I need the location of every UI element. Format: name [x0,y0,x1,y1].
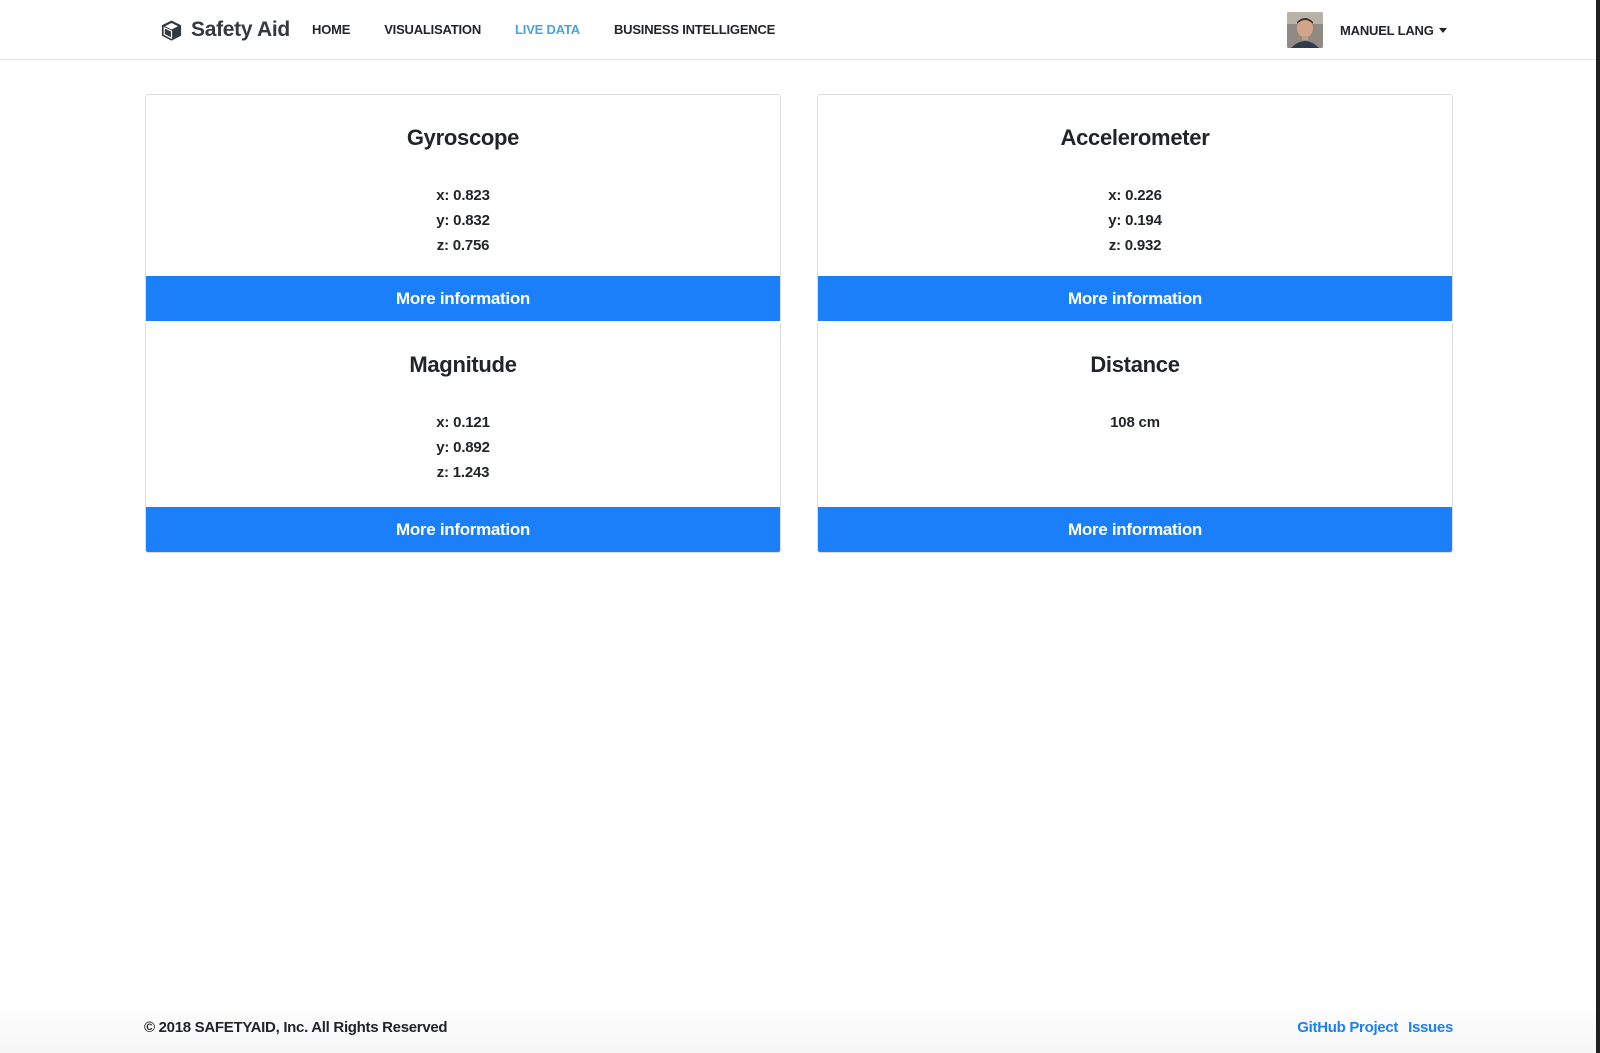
card-values: x: 0.121 y: 0.892 z: 1.243 [146,410,780,486]
more-information-button-magnitude[interactable]: More information [146,507,780,552]
navbar: Safety Aid HOME VISUALISATION LIVE DATA … [0,0,1600,60]
user-menu[interactable]: MANUEL LANG [1287,12,1447,48]
value-z: z: 1.243 [436,464,490,481]
footer-links: GitHub Project Issues [1297,1019,1453,1036]
card-accelerometer: Accelerometer x: 0.226 y: 0.194 z: 0.932… [817,94,1453,321]
user-name-label: MANUEL LANG [1340,22,1434,38]
more-information-button-gyroscope[interactable]: More information [146,276,780,321]
card-magnitude: Magnitude x: 0.121 y: 0.892 z: 1.243 Mor… [145,323,781,553]
cube-icon [161,19,182,41]
value-x: x: 0.823 [436,187,490,204]
distance-value: 108 cm [1110,414,1160,431]
nav-live-data[interactable]: LIVE DATA [515,22,580,37]
value-z: z: 0.932 [1108,237,1162,254]
github-project-link[interactable]: GitHub Project [1297,1019,1398,1036]
value-y: y: 0.194 [1108,212,1162,229]
value-y: y: 0.892 [436,439,490,456]
page: Safety Aid HOME VISUALISATION LIVE DATA … [0,0,1600,1053]
more-information-button-accelerometer[interactable]: More information [818,276,1452,321]
card-gyroscope: Gyroscope x: 0.823 y: 0.832 z: 0.756 Mor… [145,94,781,321]
value-y: y: 0.832 [436,212,490,229]
brand-name: Safety Aid [191,18,290,41]
nav-visualisation[interactable]: VISUALISATION [384,22,481,37]
user-name: MANUEL LANG [1340,23,1447,38]
nav-business-intelligence[interactable]: BUSINESS INTELLIGENCE [614,22,775,37]
card-values: x: 0.226 y: 0.194 z: 0.932 [818,183,1452,259]
footer: © 2018 SAFETYAID, Inc. All Rights Reserv… [0,1000,1600,1053]
user-avatar [1287,12,1323,48]
card-title: Magnitude [409,352,517,377]
main-nav: HOME VISUALISATION LIVE DATA BUSINESS IN… [312,0,809,58]
caret-down-icon [1438,28,1447,33]
brand-link[interactable]: Safety Aid [160,15,290,45]
more-information-button-distance[interactable]: More information [818,507,1452,552]
copyright-text: © 2018 SAFETYAID, Inc. All Rights Reserv… [144,1019,448,1036]
value-x: x: 0.226 [1108,187,1162,204]
card-title: Distance [1090,352,1180,377]
window-edge [1596,0,1600,1053]
value-z: z: 0.756 [436,237,490,254]
card-distance: Distance 108 cm More information [817,323,1453,553]
card-title: Accelerometer [1060,125,1210,150]
value-x: x: 0.121 [436,414,490,431]
card-values: 108 cm [818,410,1452,486]
nav-home[interactable]: HOME [312,22,350,37]
issues-link[interactable]: Issues [1408,1019,1453,1036]
card-values: x: 0.823 y: 0.832 z: 0.756 [146,183,780,259]
card-title: Gyroscope [406,125,520,150]
